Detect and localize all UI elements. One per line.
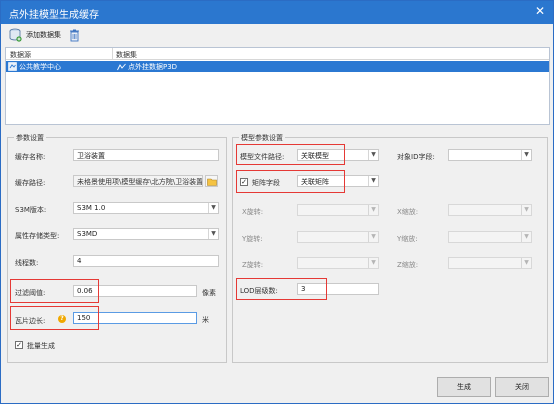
tile-side-label: 瓦片边长: bbox=[15, 317, 46, 325]
add-dataset-button[interactable]: 添加数据集 bbox=[26, 30, 61, 44]
chevron-down-icon[interactable]: ▼ bbox=[368, 176, 378, 186]
matrix-field-select[interactable]: 关联矩阵 ▼ bbox=[297, 175, 379, 187]
attr-storage-value: S3MD bbox=[77, 230, 98, 238]
cache-name-label: 缓存名称: bbox=[15, 153, 46, 161]
s3m-version-label: S3M版本: bbox=[15, 206, 47, 214]
cache-path-input[interactable]: 未格景使用项\模型缓存\北方院\卫浴装置 bbox=[73, 175, 203, 187]
z-scale-select[interactable]: ▼ bbox=[448, 257, 532, 269]
table-row[interactable]: 公共教学中心 点外挂数据P3D bbox=[6, 61, 549, 72]
window-title: 点外挂模型生成缓存 bbox=[9, 10, 99, 21]
thread-count-input[interactable]: 4 bbox=[73, 255, 219, 267]
batch-generate-checkbox[interactable]: ✓ bbox=[15, 341, 23, 349]
chevron-down-icon[interactable]: ▼ bbox=[521, 150, 531, 160]
x-rotate-label: X旋转: bbox=[242, 208, 264, 216]
generate-button[interactable]: 生成 bbox=[437, 377, 491, 397]
chevron-down-icon[interactable]: ▼ bbox=[368, 258, 378, 268]
lod-levels-label: LOD层级数: bbox=[240, 287, 278, 295]
attr-storage-label: 属性存储类型: bbox=[15, 232, 60, 240]
tile-side-unit: 米 bbox=[202, 316, 209, 324]
grid-header: 数据源 数据集 bbox=[6, 48, 549, 60]
cell-datasource: 公共教学中心 bbox=[19, 63, 61, 71]
toolbar: 添加数据集 bbox=[1, 24, 553, 46]
y-rotate-label: Y旋转: bbox=[242, 235, 263, 243]
filter-unit: 像素 bbox=[202, 289, 216, 297]
column-header-datasource[interactable]: 数据源 bbox=[10, 50, 31, 60]
object-id-field-select[interactable]: ▼ bbox=[448, 149, 532, 161]
close-button[interactable]: 关闭 bbox=[495, 377, 549, 397]
chevron-down-icon[interactable]: ▼ bbox=[521, 258, 531, 268]
matrix-field-value: 关联矩阵 bbox=[301, 178, 329, 186]
y-scale-label: Y缩放: bbox=[397, 235, 418, 243]
y-scale-select[interactable]: ▼ bbox=[448, 231, 532, 243]
attr-storage-select[interactable]: S3MD ▼ bbox=[73, 228, 219, 240]
column-header-dataset[interactable]: 数据集 bbox=[116, 50, 137, 60]
model-param-settings-group: 模型参数设置 bbox=[232, 133, 548, 363]
x-scale-select[interactable]: ▼ bbox=[448, 204, 532, 216]
s3m-version-select[interactable]: S3M 1.0 ▼ bbox=[73, 202, 219, 214]
cell-dataset: 点外挂数据P3D bbox=[128, 63, 178, 71]
browse-folder-button[interactable] bbox=[205, 175, 218, 187]
trash-icon[interactable] bbox=[68, 28, 81, 42]
database-add-icon[interactable] bbox=[9, 28, 22, 42]
point-dataset-icon bbox=[117, 63, 126, 71]
z-rotate-select[interactable]: ▼ bbox=[297, 257, 379, 269]
datasource-icon bbox=[8, 62, 17, 71]
z-rotate-label: Z旋转: bbox=[242, 261, 264, 269]
help-icon[interactable]: ? bbox=[58, 315, 66, 323]
chevron-down-icon[interactable]: ▼ bbox=[208, 229, 218, 239]
lod-levels-input[interactable]: 3 bbox=[297, 283, 379, 295]
model-param-settings-legend: 模型参数设置 bbox=[239, 133, 285, 143]
object-id-field-label: 对象ID字段: bbox=[397, 153, 435, 161]
param-settings-legend: 参数设置 bbox=[14, 133, 46, 143]
x-rotate-select[interactable]: ▼ bbox=[297, 204, 379, 216]
cache-name-input[interactable]: 卫浴装置 bbox=[73, 149, 219, 161]
matrix-field-checkbox[interactable]: ✓ bbox=[240, 178, 248, 186]
model-file-path-select[interactable]: 关联模型 ▼ bbox=[297, 149, 379, 161]
chevron-down-icon[interactable]: ▼ bbox=[208, 203, 218, 213]
chevron-down-icon[interactable]: ▼ bbox=[368, 150, 378, 160]
cache-path-label: 缓存路径: bbox=[15, 179, 46, 187]
model-file-path-value: 关联模型 bbox=[301, 152, 329, 160]
chevron-down-icon[interactable]: ▼ bbox=[521, 232, 531, 242]
matrix-field-label: 矩阵字段 bbox=[252, 179, 280, 187]
chevron-down-icon[interactable]: ▼ bbox=[368, 205, 378, 215]
chevron-down-icon[interactable]: ▼ bbox=[521, 205, 531, 215]
param-settings-group: 参数设置 bbox=[7, 133, 227, 363]
folder-icon bbox=[207, 178, 217, 186]
y-rotate-select[interactable]: ▼ bbox=[297, 231, 379, 243]
batch-generate-label: 批量生成 bbox=[27, 342, 55, 350]
dataset-grid[interactable]: 数据源 数据集 公共教学中心 点外挂数据P3D bbox=[5, 47, 550, 125]
thread-count-label: 线程数: bbox=[15, 259, 39, 267]
close-icon[interactable]: ✕ bbox=[535, 4, 545, 18]
x-scale-label: X缩放: bbox=[397, 208, 419, 216]
filter-threshold-input[interactable]: 0.06 bbox=[73, 285, 197, 297]
filter-threshold-label: 过滤阈值: bbox=[15, 289, 46, 297]
s3m-version-value: S3M 1.0 bbox=[77, 204, 106, 212]
title-bar: 点外挂模型生成缓存 ✕ bbox=[1, 1, 553, 24]
dialog-window: 点外挂模型生成缓存 ✕ 添加数据集 数据源 数据集 公共教学中心 点外挂数据P3… bbox=[0, 0, 554, 404]
chevron-down-icon[interactable]: ▼ bbox=[368, 232, 378, 242]
model-file-path-label: 模型文件路径: bbox=[240, 153, 285, 161]
z-scale-label: Z缩放: bbox=[397, 261, 419, 269]
tile-side-input[interactable]: 150 bbox=[73, 312, 197, 324]
